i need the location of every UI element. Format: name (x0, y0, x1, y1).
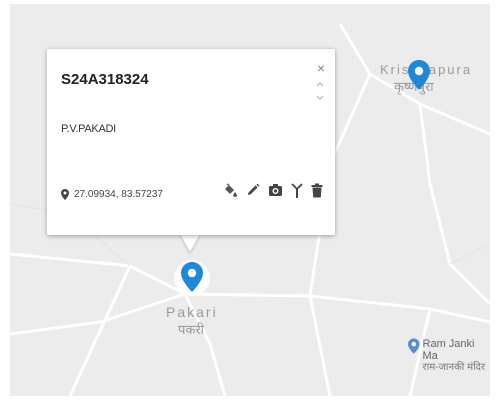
poi-pin-icon (408, 338, 420, 354)
poi-label: Ram Janki Ma (422, 338, 475, 362)
antenna-icon[interactable] (291, 182, 303, 198)
marker-pin-icon (408, 60, 430, 90)
popup-tail (180, 234, 200, 252)
paint-bucket-icon[interactable] (222, 182, 238, 198)
camera-icon[interactable] (268, 183, 283, 197)
popup-subtitle: P.V.PAKADI (61, 123, 116, 135)
pencil-icon[interactable] (246, 183, 260, 197)
place-label-pakari: Pakari पकरी (166, 304, 218, 337)
coordinates-text: 27.09934, 83.57237 (74, 189, 163, 200)
popup-actions (222, 182, 323, 198)
popup-scrollbar[interactable] (315, 81, 325, 101)
poi-temple[interactable]: Ram Janki Ma राम-जानकी मंदिर (408, 338, 490, 374)
trash-icon[interactable] (311, 183, 323, 198)
map-canvas[interactable]: Krishnapura कृष्णपुरा Pakari पकरी Ram Ja… (10, 4, 490, 396)
pin-icon (61, 189, 69, 200)
marker-info-popup: S24A318324 × P.V.PAKADI 27.09934, 83.572… (47, 49, 335, 235)
close-icon[interactable]: × (317, 61, 325, 75)
popup-title: S24A318324 (61, 71, 149, 88)
map-marker-selected[interactable] (181, 262, 203, 292)
marker-pin-icon (181, 262, 203, 292)
popup-coordinates: 27.09934, 83.57237 (61, 189, 163, 200)
poi-label-hindi: राम-जानकी मंदिर (422, 362, 486, 373)
map-marker-krishnapura[interactable] (408, 60, 430, 90)
